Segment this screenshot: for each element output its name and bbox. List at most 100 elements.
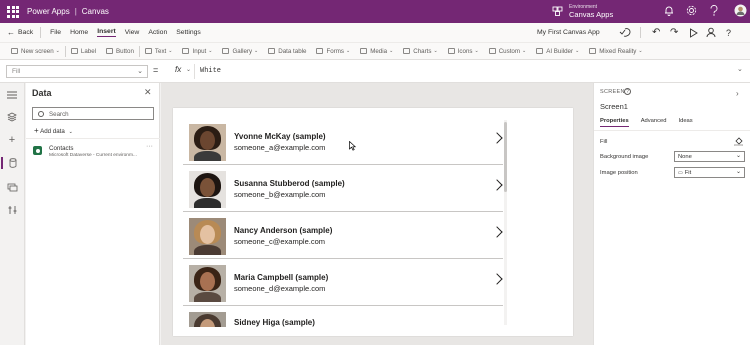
data-cylinder-icon[interactable] bbox=[1, 157, 19, 169]
fill-label: Fill bbox=[600, 139, 608, 145]
studio-mode: Canvas bbox=[81, 7, 109, 16]
ai-builder-icon bbox=[536, 48, 544, 54]
share-user-icon[interactable] bbox=[706, 23, 716, 42]
insert-plus-icon[interactable]: + bbox=[6, 134, 18, 146]
chevron-down-icon: ⌄ bbox=[168, 48, 173, 54]
chevron-down-icon: ⌄ bbox=[137, 68, 143, 75]
media-icon[interactable] bbox=[6, 181, 18, 193]
formula-input[interactable]: White bbox=[194, 64, 734, 79]
gallery-item[interactable]: Yvonne McKay (sample) someone_a@example.… bbox=[183, 118, 503, 165]
close-icon[interactable]: ✕ bbox=[144, 87, 152, 98]
chevron-right-icon[interactable] bbox=[491, 273, 503, 285]
contact-email: someone_c@example.com bbox=[234, 237, 325, 246]
advanced-tools-icon[interactable] bbox=[6, 204, 18, 216]
chevron-right-icon[interactable] bbox=[491, 226, 503, 238]
button-icon bbox=[106, 48, 114, 54]
gallery-item[interactable]: Sidney Higa (sample) bbox=[183, 306, 503, 327]
input-menu[interactable]: Input ⌄ bbox=[177, 48, 217, 55]
app-name[interactable]: Power Apps bbox=[27, 7, 70, 16]
selected-control-name[interactable]: Screen1 bbox=[600, 102, 628, 111]
property-dropdown[interactable]: Fill ⌄ bbox=[6, 65, 148, 78]
menu-settings[interactable]: Settings bbox=[176, 29, 201, 36]
data-source-name: Contacts bbox=[49, 145, 74, 152]
search-icon bbox=[38, 111, 44, 117]
formula-bar: Fill ⌄ = fx ⌄ White ⌄ bbox=[0, 60, 750, 83]
more-options-icon[interactable]: ··· bbox=[146, 143, 153, 150]
new-screen-button[interactable]: New screen ⌄ bbox=[6, 48, 65, 55]
menu-home[interactable]: Home bbox=[70, 29, 88, 36]
tab-properties[interactable]: Properties bbox=[600, 118, 629, 127]
settings-gear-icon[interactable] bbox=[686, 5, 697, 16]
data-table-button[interactable]: Data table bbox=[263, 48, 311, 55]
notifications-icon[interactable] bbox=[664, 5, 674, 16]
add-data-button[interactable]: + Add data ⌄ bbox=[34, 126, 73, 135]
hamburger-menu-icon[interactable] bbox=[6, 89, 18, 101]
user-avatar[interactable] bbox=[734, 4, 747, 17]
app-header: Power Apps | Canvas Environment Canvas A… bbox=[0, 0, 750, 23]
gallery-scrollbar[interactable] bbox=[504, 120, 507, 325]
contacts-gallery[interactable]: Yvonne McKay (sample) someone_a@example.… bbox=[183, 118, 507, 327]
environment-icon bbox=[552, 6, 563, 16]
background-image-dropdown[interactable]: None ⌄ bbox=[674, 151, 745, 162]
divider bbox=[40, 27, 42, 38]
app-checker-icon[interactable] bbox=[618, 23, 632, 42]
app-launcher-icon[interactable] bbox=[7, 5, 19, 18]
media-menu[interactable]: Media ⌄ bbox=[355, 48, 398, 55]
tree-view-layers-icon[interactable] bbox=[6, 111, 18, 123]
data-source-contacts[interactable]: Contacts Microsoft Dataverse - Current e… bbox=[32, 143, 156, 165]
button-button[interactable]: Button bbox=[101, 48, 139, 55]
media-label: Media bbox=[370, 47, 388, 55]
icons-menu[interactable]: Icons ⌄ bbox=[443, 48, 484, 55]
help-icon[interactable] bbox=[710, 5, 718, 16]
scrollbar-thumb[interactable] bbox=[504, 122, 507, 192]
charts-menu[interactable]: Charts ⌄ bbox=[398, 48, 442, 55]
custom-menu[interactable]: Custom ⌄ bbox=[484, 48, 532, 55]
tab-advanced[interactable]: Advanced bbox=[641, 118, 667, 127]
label-button[interactable]: Label bbox=[66, 48, 101, 55]
chevron-down-icon: ⌄ bbox=[389, 48, 394, 54]
tab-ideas[interactable]: Ideas bbox=[678, 118, 692, 127]
data-source-description: Microsoft Dataverse - Current environm..… bbox=[49, 153, 137, 158]
chevron-down-icon: ⌄ bbox=[735, 153, 741, 159]
environment-picker[interactable]: Environment Canvas Apps bbox=[552, 3, 613, 19]
chevron-right-icon[interactable] bbox=[491, 132, 503, 144]
ai-builder-label: AI Builder bbox=[546, 47, 574, 55]
data-search-input[interactable]: Search bbox=[32, 107, 154, 120]
fx-button[interactable]: fx bbox=[175, 65, 181, 74]
add-data-label: Add data bbox=[40, 128, 65, 135]
gallery-item[interactable]: Susanna Stubberod (sample) someone_b@exa… bbox=[183, 165, 503, 212]
contact-photo bbox=[189, 265, 226, 302]
chevron-right-icon[interactable]: › bbox=[736, 89, 739, 98]
gallery-item[interactable]: Maria Campbell (sample) someone_d@exampl… bbox=[183, 259, 503, 306]
contact-name: Susanna Stubberod (sample) bbox=[234, 179, 345, 188]
menu-view[interactable]: View bbox=[125, 29, 140, 36]
ai-builder-menu[interactable]: AI Builder ⌄ bbox=[531, 48, 584, 55]
gallery-item[interactable]: Nancy Anderson (sample) someone_c@exampl… bbox=[183, 212, 503, 259]
menu-insert[interactable]: Insert bbox=[97, 28, 116, 37]
forms-menu[interactable]: Forms ⌄ bbox=[311, 48, 355, 55]
gallery-menu[interactable]: Gallery ⌄ bbox=[217, 48, 263, 55]
divider bbox=[640, 27, 641, 38]
fill-color-picker[interactable] bbox=[734, 137, 744, 146]
help-question-icon[interactable]: ? bbox=[726, 23, 731, 42]
mixed-reality-menu[interactable]: Mixed Reality ⌄ bbox=[584, 48, 647, 55]
screen-icon bbox=[11, 48, 18, 54]
image-position-label: Image position bbox=[600, 170, 638, 176]
undo-back-button[interactable]: ← Back bbox=[7, 28, 33, 37]
input-label: Input bbox=[192, 47, 207, 55]
menu-file[interactable]: File bbox=[50, 29, 61, 36]
menu-action[interactable]: Action bbox=[148, 29, 167, 36]
chevron-right-icon[interactable] bbox=[491, 179, 503, 191]
text-menu[interactable]: Text ⌄ bbox=[140, 48, 178, 55]
redo-icon[interactable]: ↷ bbox=[670, 23, 678, 42]
expand-formula-icon[interactable]: ⌄ bbox=[737, 65, 743, 73]
image-position-dropdown[interactable]: ▭ Fit ⌄ bbox=[674, 167, 745, 178]
contact-name: Maria Campbell (sample) bbox=[234, 273, 329, 282]
preview-play-icon[interactable] bbox=[689, 23, 698, 42]
contact-name: Nancy Anderson (sample) bbox=[234, 226, 333, 235]
chevron-down-icon[interactable]: ⌄ bbox=[186, 66, 191, 73]
forms-label: Forms bbox=[326, 47, 344, 55]
help-icon[interactable]: ? bbox=[624, 88, 631, 95]
undo-icon[interactable]: ↶ bbox=[652, 23, 660, 42]
plus-icon: + bbox=[34, 126, 39, 135]
